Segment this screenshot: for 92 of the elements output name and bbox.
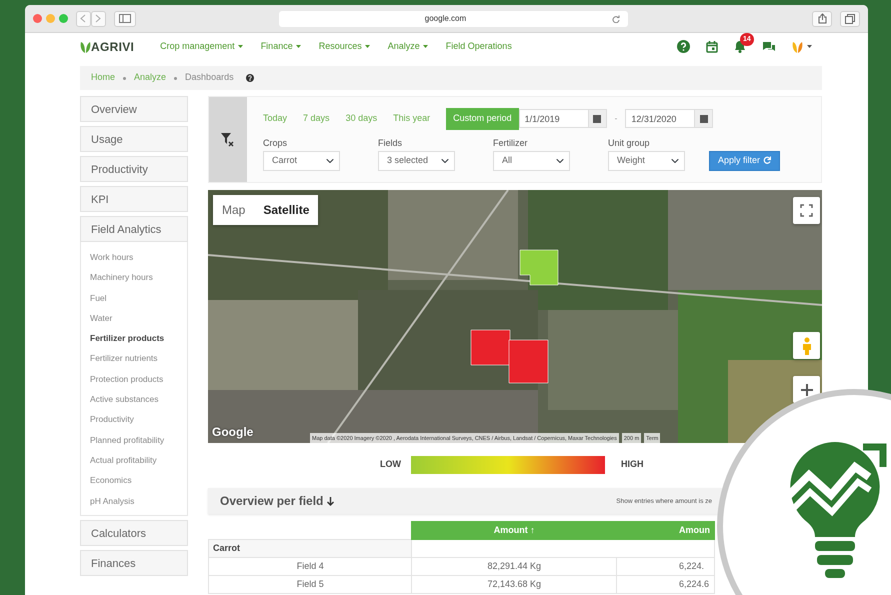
nav-menu-item[interactable]: Crop management [160,40,243,54]
sidebar-section[interactable]: KPI [80,186,188,212]
arrow-down-icon [326,497,334,506]
filter-label: Fields [378,136,404,150]
refresh-icon [762,156,771,164]
forward-icon [95,14,102,23]
period-tab[interactable]: 7 days [303,109,330,128]
column-header[interactable]: Amount ↑ [412,522,616,540]
filter-select[interactable]: Carrot [263,150,340,170]
period-tab[interactable]: Today [263,109,288,128]
address-bar[interactable]: google.com [278,10,628,26]
field-polygon[interactable] [520,250,558,286]
filter-label: Crops [263,136,288,150]
sidebar-item[interactable]: Economics [90,470,187,491]
nav-menu-item[interactable]: Analyze [388,40,428,54]
address-text: google.com [424,12,468,24]
sidebar-section[interactable]: Overview [80,96,188,122]
map-logo: Google [212,424,254,441]
sidebar-item[interactable]: Fertilizer nutrients [90,348,187,369]
sidebar-item[interactable]: Machinery hours [90,267,187,288]
sidebar-section[interactable]: Calculators [80,520,188,546]
filter-label: Fertilizer [493,136,529,150]
period-tab[interactable]: Custom period [446,108,519,130]
field-polygon[interactable] [470,330,510,366]
person-icon [802,336,812,354]
nav-menu-item[interactable]: Field Operations [446,40,512,54]
breadcrumb-current: Dashboards [185,71,234,84]
filter-select[interactable]: All [493,150,570,170]
tabs-icon [845,14,855,24]
table-cell: Field 4 [208,558,412,576]
filter-label: Unit group [608,136,651,150]
share-button[interactable] [812,10,832,26]
sidebar-item[interactable]: Actual profitability [90,450,187,470]
sidebar-item[interactable]: Fertilizer products [90,328,187,348]
calendar-button[interactable] [695,109,714,128]
brand-logo[interactable]: AGRIVI [91,38,134,56]
clear-filter-icon [221,132,235,146]
reload-icon[interactable] [612,14,620,22]
back-icon [80,14,86,23]
sidebar-item[interactable]: Productivity [90,409,187,430]
section-title[interactable]: Overview per field [220,492,334,510]
table-cell: 6,224.6 [616,576,714,594]
chat-icon[interactable] [762,40,776,52]
legend-low-label: LOW [380,458,401,472]
help-icon[interactable] [246,74,254,82]
plus-icon [800,384,812,396]
sidebar-item[interactable]: Planned profitability [90,430,187,450]
sidebar-item[interactable]: Fuel [90,288,187,308]
column-header[interactable]: Amoun [616,522,714,540]
date-separator: - [614,112,618,125]
apply-filter-button[interactable]: Apply filter [709,150,780,170]
sidebar-item[interactable]: Active substances [90,389,187,410]
sidebar-item[interactable]: Work hours [90,247,187,268]
sidebar-section[interactable]: Productivity [80,156,188,182]
filter-select[interactable]: Weight [608,150,685,170]
period-tab[interactable]: 30 days [346,109,378,128]
nav-menu-item[interactable]: Resources [318,40,370,54]
sidebar-toggle-button[interactable] [114,10,136,26]
sidebar-item[interactable]: pH Analysis [90,490,187,511]
table-cell: Field 5 [208,576,412,594]
table-cell: 82,291.44 Kg [412,558,616,576]
field-polygon[interactable] [508,340,548,384]
user-menu[interactable] [792,40,812,52]
sidebar-section[interactable]: Finances [80,550,188,576]
legend-high-label: HIGH [621,458,644,472]
sidebar-section[interactable]: Field Analytics [80,216,188,242]
avatar-icon [792,40,803,52]
map-type-button[interactable]: Satellite [254,195,318,225]
start-date-field[interactable]: 1/1/2019 [518,109,589,128]
caret-icon [807,45,812,48]
separator-dot [174,76,178,80]
nav-menu-item[interactable]: Finance [260,40,301,54]
leaf-logo-icon [80,40,91,52]
sidebar-toggle-icon [118,14,131,23]
breadcrumb-link[interactable]: Home [91,71,116,85]
share-icon [818,13,827,24]
period-tab[interactable]: This year [393,109,430,128]
calendar-button[interactable] [588,109,607,128]
table-cell: 6,224. [616,558,714,576]
sidebar-item[interactable]: Water [90,308,187,328]
table-cell: 72,143.68 Kg [412,576,616,594]
filter-select[interactable]: 3 selected [378,150,455,170]
end-date-field[interactable]: 12/31/2020 [625,109,696,128]
sidebar-section[interactable]: Usage [80,126,188,152]
map-type-button[interactable]: Map [213,195,254,225]
group-cell: Carrot [208,540,412,558]
tabs-button[interactable] [840,10,860,26]
fullscreen-button[interactable] [793,197,820,224]
breadcrumb-link[interactable]: Analyze [134,71,166,85]
separator-dot [123,76,126,80]
sidebar-item[interactable]: Protection products [90,368,187,390]
fullscreen-icon [800,204,813,217]
